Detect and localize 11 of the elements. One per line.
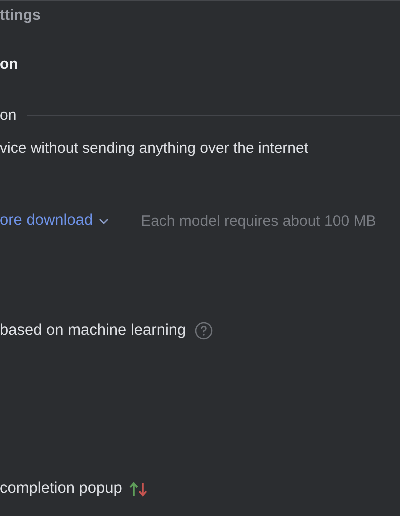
chevron-icon xyxy=(99,218,110,224)
description-text: vice without sending anything over the internet xyxy=(0,140,310,157)
settings-title: ttings xyxy=(0,7,42,26)
option-label: based on machine learning xyxy=(0,322,186,340)
download-link[interactable]: ore download xyxy=(0,212,110,230)
sort-arrows-icon xyxy=(129,482,150,496)
size-note: Each model requires about 100 MB xyxy=(141,212,376,230)
help-icon[interactable] xyxy=(195,322,214,340)
option-label: completion popup xyxy=(0,480,122,498)
section-title: on xyxy=(0,56,20,73)
group-title: on xyxy=(0,107,17,124)
